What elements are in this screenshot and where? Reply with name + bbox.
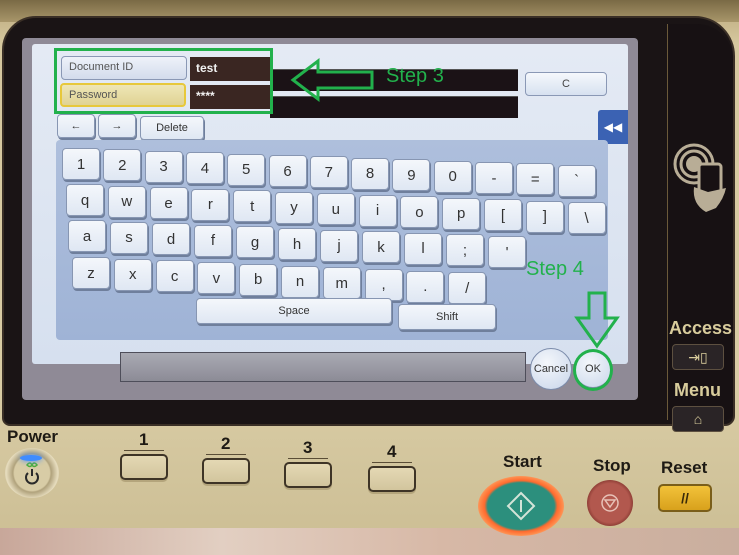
key-row2-12[interactable]: \ (567, 202, 606, 234)
background-floor (0, 528, 739, 555)
key-row4-7[interactable]: , (364, 268, 403, 301)
space-key[interactable]: Space (196, 298, 392, 324)
key-row2-5[interactable]: y (275, 191, 313, 224)
home-icon: ⌂ (693, 411, 703, 427)
key-row2-4[interactable]: t (233, 190, 272, 222)
menu-label: Menu (674, 380, 721, 400)
key-row4-2[interactable]: c (155, 260, 194, 293)
key-row4-8[interactable]: . (406, 270, 445, 303)
key-row2-6[interactable]: u (316, 193, 355, 225)
register-key-underline (288, 458, 328, 459)
start-label: Start (503, 452, 542, 471)
cursor-left-button[interactable]: ← (57, 114, 95, 138)
key-row1-0[interactable]: 1 (62, 148, 100, 180)
key-row2-1[interactable]: w (107, 185, 146, 218)
key-row1-3[interactable]: 4 (185, 152, 224, 185)
step4-label: Step 4 (526, 258, 584, 280)
collapse-panel-tab[interactable]: ◀◀ (598, 110, 628, 144)
register-key-label-1: 1 (139, 430, 149, 449)
step4-ok-highlight-circle (573, 349, 613, 391)
key-row4-4[interactable]: b (239, 263, 278, 296)
key-row1-5[interactable]: 6 (268, 155, 307, 187)
key-row1-10[interactable]: - (475, 162, 513, 194)
start-diamond-icon (506, 491, 536, 521)
key-row1-4[interactable]: 5 (227, 153, 266, 186)
key-row2-7[interactable]: i (358, 194, 397, 227)
power-eco-icon (25, 462, 39, 485)
menu-home-button[interactable]: ⌂ (672, 406, 724, 432)
cancel-button[interactable]: Cancel (530, 348, 572, 390)
key-row3-6[interactable]: j (320, 229, 358, 262)
register-key-label-2: 2 (221, 434, 231, 453)
key-row1-1[interactable]: 2 (103, 149, 142, 182)
stop-icon (601, 494, 619, 512)
key-row3-1[interactable]: s (110, 221, 148, 254)
key-row1-6[interactable]: 7 (309, 156, 348, 189)
key-row3-5[interactable]: h (278, 228, 316, 260)
key-row3-3[interactable]: f (194, 224, 232, 257)
key-row1-7[interactable]: 8 (351, 157, 390, 190)
step3-highlight-box (54, 48, 273, 114)
reset-button[interactable]: // (658, 484, 712, 512)
stop-label: Stop (593, 456, 631, 475)
register-key-2[interactable] (202, 458, 250, 484)
key-row4-9[interactable]: / (448, 272, 487, 305)
stop-button[interactable] (587, 480, 633, 526)
register-key-underline (206, 454, 246, 455)
key-row1-11[interactable]: = (516, 163, 555, 196)
key-row2-10[interactable]: [ (484, 199, 522, 231)
key-row3-9[interactable]: ; (446, 234, 484, 267)
step3-label: Step 3 (386, 65, 444, 87)
key-row1-9[interactable]: 0 (433, 160, 472, 193)
key-row3-10[interactable]: ' (488, 236, 526, 268)
shift-key[interactable]: Shift (398, 304, 496, 330)
key-row1-8[interactable]: 9 (392, 159, 431, 192)
register-key-label-3: 3 (303, 438, 313, 457)
key-row3-4[interactable]: g (236, 226, 274, 259)
register-key-1[interactable] (120, 454, 168, 480)
reset-icon: // (681, 490, 689, 506)
nfc-touch-icon (673, 143, 726, 212)
key-row2-8[interactable]: o (400, 196, 439, 228)
double-chevron-left-icon: ◀◀ (603, 120, 623, 134)
key-row3-7[interactable]: k (362, 231, 400, 264)
access-label: Access (669, 318, 733, 338)
power-indicator-led (20, 455, 42, 461)
key-row3-2[interactable]: d (152, 223, 190, 256)
key-row2-11[interactable]: ] (525, 200, 564, 233)
register-key-3[interactable] (284, 462, 332, 488)
screen-status-bar (120, 352, 526, 382)
key-row2-2[interactable]: e (149, 187, 188, 219)
step3-arrow-left-icon (290, 58, 374, 102)
access-button[interactable]: ⇥▯ (672, 344, 724, 370)
register-key-underline (124, 450, 164, 451)
start-button[interactable] (478, 476, 564, 536)
key-row3-8[interactable]: l (404, 232, 442, 265)
key-row2-0[interactable]: q (66, 184, 104, 216)
register-key-4[interactable] (368, 466, 416, 492)
key-row1-2[interactable]: 3 (144, 150, 183, 183)
access-login-icon: ⇥▯ (688, 348, 708, 365)
clear-button[interactable]: C (525, 72, 607, 96)
key-row4-1[interactable]: x (113, 258, 152, 291)
register-key-label-4: 4 (387, 442, 397, 461)
key-row2-9[interactable]: p (442, 197, 481, 230)
delete-button[interactable]: Delete (140, 116, 204, 140)
reset-label: Reset (661, 458, 708, 477)
key-row1-12[interactable]: ` (557, 164, 596, 197)
step4-arrow-down-icon (574, 291, 620, 349)
key-row3-0[interactable]: a (68, 220, 106, 252)
key-row4-6[interactable]: m (322, 267, 361, 300)
arrow-right-icon: → (111, 120, 123, 132)
key-row4-3[interactable]: v (197, 262, 236, 295)
key-row4-5[interactable]: n (281, 265, 319, 298)
power-label: Power (7, 427, 59, 446)
register-key-underline (372, 462, 412, 463)
arrow-left-icon: ← (70, 120, 82, 132)
key-row4-0[interactable]: z (72, 257, 110, 289)
cursor-right-button[interactable]: → (98, 114, 136, 138)
key-row2-3[interactable]: r (191, 188, 230, 221)
